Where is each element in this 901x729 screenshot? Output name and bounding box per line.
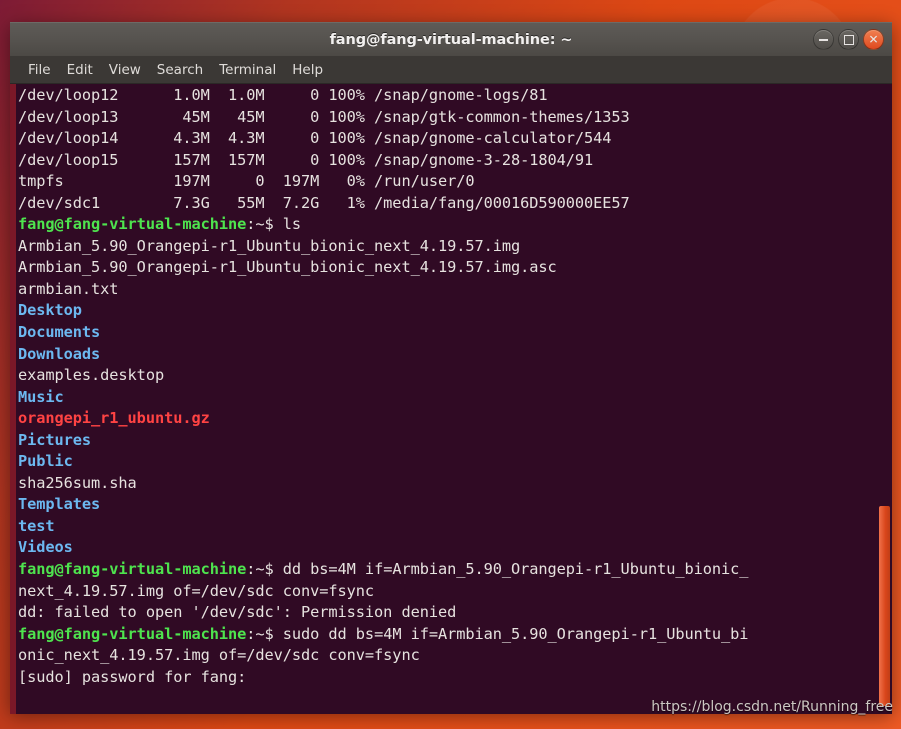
terminal-line: /dev/loop15 157M 157M 0 100% /snap/gnome… (18, 150, 874, 172)
terminal-text: armbian.txt (18, 279, 119, 298)
terminal-text: /dev/loop12 1.0M 1.0M 0 100% /snap/gnome… (18, 86, 548, 104)
terminal-text: dd: failed to open '/dev/sdc': Permissio… (18, 603, 457, 622)
terminal-line: /dev/loop12 1.0M 1.0M 0 100% /snap/gnome… (18, 85, 874, 107)
terminal-line: Templates (18, 494, 874, 516)
terminal-line: fang@fang-virtual-machine:~$ sudo dd bs=… (18, 624, 874, 646)
terminal-body[interactable]: /dev/loop12 1.0M 1.0M 0 100% /snap/gnome… (10, 84, 892, 714)
terminal-line: Desktop (18, 300, 874, 322)
terminal-text: /dev/sdc1 7.3G 55M 7.2G 1% /media/fang/0… (18, 193, 630, 212)
terminal-window: fang@fang-virtual-machine: ~ ✕ File Edit V… (10, 22, 892, 714)
terminal-line: /dev/sdc1 7.3G 55M 7.2G 1% /media/fang/0… (18, 193, 874, 215)
menu-item-edit[interactable]: Edit (59, 60, 101, 80)
terminal-line: Pictures (18, 430, 874, 452)
window-title: fang@fang-virtual-machine: ~ (329, 31, 573, 48)
terminal-line: dd: failed to open '/dev/sdc': Permissio… (18, 602, 874, 624)
terminal-line: Public (18, 451, 874, 473)
shell-prompt-user-host: fang@fang-virtual-machine (18, 624, 247, 643)
terminal-output: /dev/loop12 1.0M 1.0M 0 100% /snap/gnome… (16, 85, 874, 714)
terminal-line: Armbian_5.90_Orangepi-r1_Ubuntu_bionic_n… (18, 257, 874, 279)
window-controls: ✕ (813, 23, 884, 56)
menu-item-view[interactable]: View (101, 60, 149, 80)
terminal-text: Armbian_5.90_Orangepi-r1_Ubuntu_bionic_n… (18, 236, 521, 255)
terminal-line: armbian.txt (18, 279, 874, 301)
terminal-text: :~$ dd bs=4M if=Armbian_5.90_Orangepi-r1… (246, 560, 749, 579)
directory-entry: Videos (18, 538, 73, 557)
directory-entry: Public (18, 452, 73, 471)
menu-item-search[interactable]: Search (149, 60, 211, 80)
terminal-line: /dev/loop13 45M 45M 0 100% /snap/gtk-com… (18, 107, 874, 129)
menu-item-help[interactable]: Help (284, 60, 331, 80)
directory-entry: Downloads (18, 344, 101, 363)
window-titlebar[interactable]: fang@fang-virtual-machine: ~ ✕ (10, 22, 892, 56)
terminal-line: orangepi_r1_ubuntu.gz (18, 408, 874, 430)
terminal-text: tmpfs 197M 0 197M 0% /run/user/0 (18, 172, 475, 191)
terminal-text: /dev/loop14 4.3M 4.3M 0 100% /snap/gnome… (18, 129, 612, 148)
terminal-text: sha256sum.sha (18, 473, 137, 492)
terminal-text: :~$ sudo dd bs=4M if=Armbian_5.90_Orange… (246, 624, 749, 643)
terminal-line: sha256sum.sha (18, 473, 874, 495)
scrollbar-thumb[interactable] (879, 506, 890, 706)
desktop-background: fang@fang-virtual-machine: ~ ✕ File Edit V… (0, 0, 901, 729)
terminal-text: [sudo] password for fang: (18, 667, 247, 686)
terminal-line: /dev/loop14 4.3M 4.3M 0 100% /snap/gnome… (18, 128, 874, 150)
terminal-text: next_4.19.57.img of=/dev/sdc conv=fsync (18, 581, 375, 600)
terminal-text: /dev/loop13 45M 45M 0 100% /snap/gtk-com… (18, 107, 630, 126)
terminal-line: Videos (18, 537, 874, 559)
menu-item-file[interactable]: File (20, 60, 59, 80)
terminal-text: examples.desktop (18, 366, 165, 385)
directory-entry: test (18, 516, 55, 535)
shell-prompt-user-host: fang@fang-virtual-machine (18, 215, 247, 234)
menu-item-terminal[interactable]: Terminal (211, 60, 284, 80)
terminal-line: fang@fang-virtual-machine:~$ ls (18, 214, 874, 236)
terminal-line: [sudo] password for fang: (18, 667, 874, 689)
terminal-line: fang@fang-virtual-machine:~$ dd bs=4M if… (18, 559, 874, 581)
maximize-button[interactable] (838, 29, 859, 50)
terminal-line: Music (18, 387, 874, 409)
directory-entry: Pictures (18, 430, 92, 449)
terminal-line: Armbian_5.90_Orangepi-r1_Ubuntu_bionic_n… (18, 236, 874, 258)
minimize-button[interactable] (813, 29, 834, 50)
shell-prompt-user-host: fang@fang-virtual-machine (18, 560, 247, 579)
directory-entry: Music (18, 387, 64, 406)
directory-entry: Templates (18, 495, 101, 514)
terminal-scrollbar[interactable] (874, 84, 892, 714)
terminal-line: test (18, 516, 874, 538)
terminal-text: /dev/loop15 157M 157M 0 100% /snap/gnome… (18, 150, 594, 169)
terminal-line: next_4.19.57.img of=/dev/sdc conv=fsync (18, 581, 874, 603)
terminal-text: :~$ ls (246, 215, 302, 234)
terminal-line: onic_next_4.19.57.img of=/dev/sdc conv=f… (18, 645, 874, 667)
maximize-icon (843, 34, 854, 45)
archive-entry: orangepi_r1_ubuntu.gz (18, 409, 210, 428)
menu-bar: File Edit View Search Terminal Help (10, 56, 892, 84)
terminal-line: tmpfs 197M 0 197M 0% /run/user/0 (18, 171, 874, 193)
directory-entry: Desktop (18, 301, 82, 320)
close-icon: ✕ (868, 32, 879, 46)
directory-entry: Documents (18, 323, 101, 342)
terminal-line: examples.desktop (18, 365, 874, 387)
close-button[interactable]: ✕ (863, 29, 884, 50)
terminal-text: Armbian_5.90_Orangepi-r1_Ubuntu_bionic_n… (18, 258, 557, 277)
terminal-line: Downloads (18, 344, 874, 366)
terminal-text: onic_next_4.19.57.img of=/dev/sdc conv=f… (18, 646, 420, 665)
watermark-text: https://blog.csdn.net/Running_free (651, 699, 893, 715)
minimize-icon (819, 38, 828, 41)
terminal-line: Documents (18, 322, 874, 344)
